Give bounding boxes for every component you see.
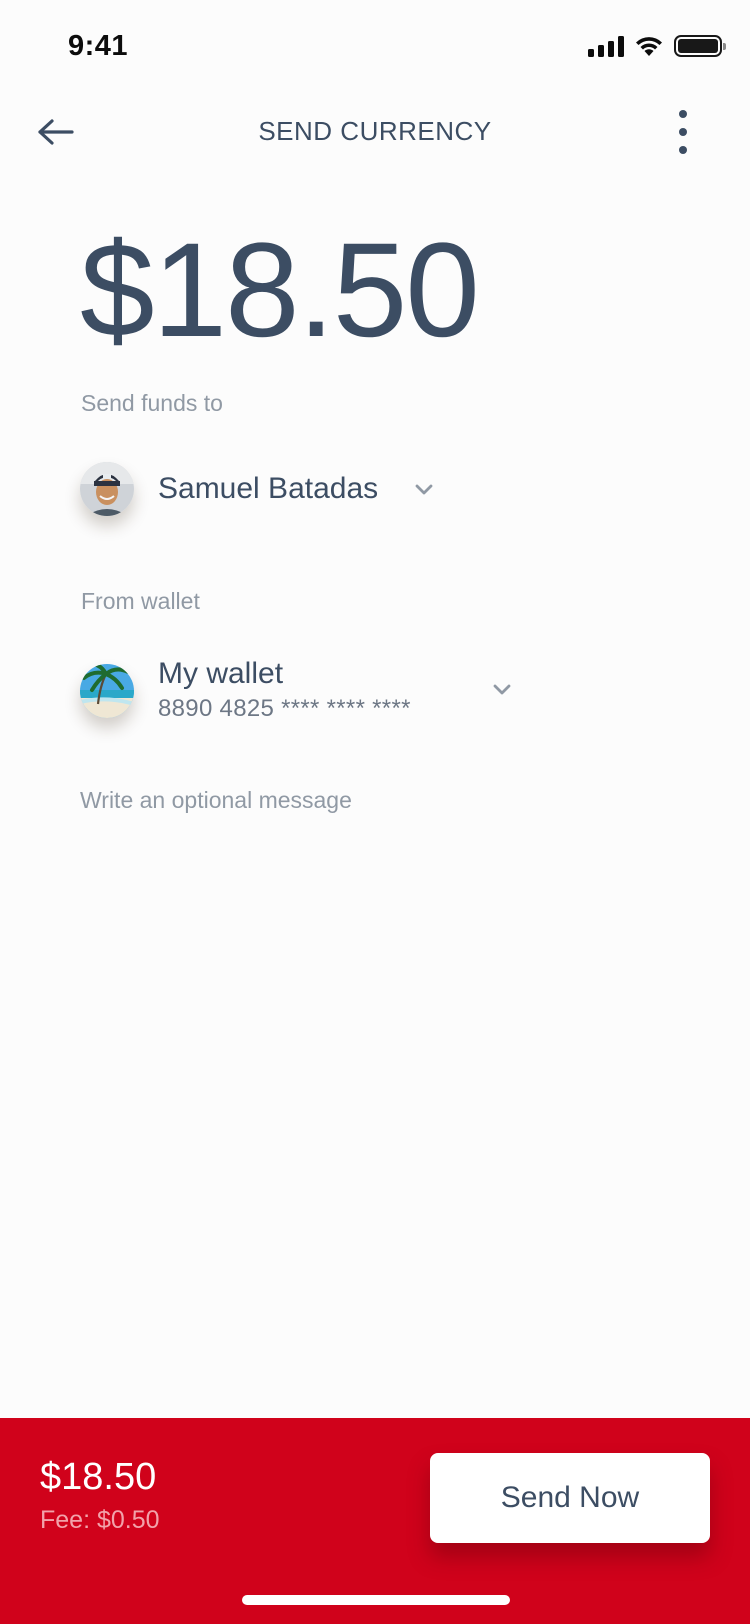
chevron-down-icon[interactable] — [414, 484, 434, 496]
amount-display: $18.50 — [80, 216, 480, 365]
recipient-avatar — [80, 462, 134, 516]
total-amount: $18.50 — [40, 1456, 157, 1498]
send-now-button[interactable]: Send Now — [430, 1453, 710, 1543]
wallet-title: My wallet — [158, 657, 284, 690]
wallet-selector[interactable]: My wallet 8890 4825 **** **** **** — [80, 656, 411, 726]
recipient-section-label: Send funds to — [81, 390, 223, 416]
page-title: SEND CURRENCY — [258, 116, 492, 146]
home-indicator — [242, 1595, 510, 1605]
bottom-bar: $18.50 Fee: $0.50 Send Now — [0, 1418, 750, 1624]
more-options-button[interactable] — [668, 110, 698, 154]
status-time: 9:41 — [68, 30, 129, 62]
wallet-section-label: From wallet — [81, 588, 200, 614]
wifi-icon — [636, 37, 662, 56]
wallet-number: 8890 4825 **** **** **** — [158, 695, 411, 722]
status-bar: 9:41 — [0, 0, 750, 96]
status-icons — [588, 32, 726, 60]
fee-text: Fee: $0.50 — [40, 1506, 160, 1534]
message-input[interactable] — [80, 780, 670, 820]
recipient-name: Samuel Batadas — [158, 472, 379, 505]
signal-icon — [588, 35, 624, 57]
wallet-avatar — [80, 664, 134, 718]
recipient-selector[interactable]: Samuel Batadas — [80, 462, 378, 516]
chevron-down-icon[interactable] — [492, 684, 512, 696]
more-vertical-icon — [679, 110, 687, 118]
nav-bar: SEND CURRENCY — [0, 96, 750, 168]
wallet-text: My wallet 8890 4825 **** **** **** — [158, 656, 411, 726]
battery-icon — [674, 35, 726, 57]
